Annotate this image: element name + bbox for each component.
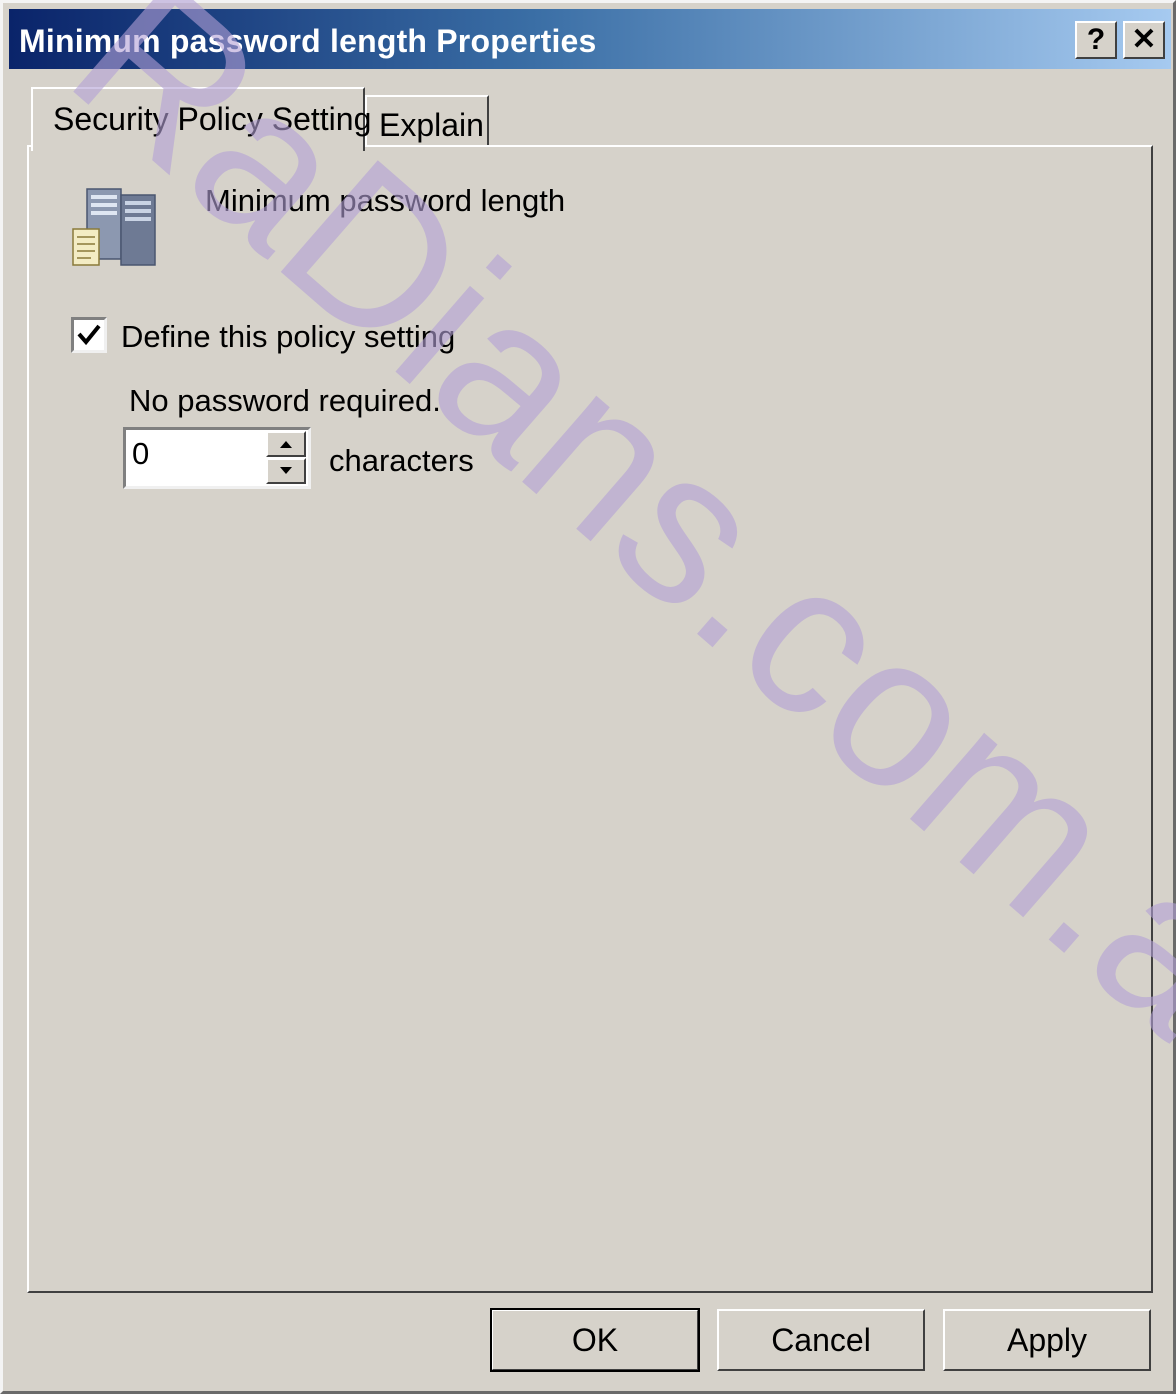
spin-up-button[interactable] bbox=[266, 431, 306, 457]
cancel-button[interactable]: Cancel bbox=[717, 1309, 925, 1371]
characters-label: characters bbox=[329, 443, 474, 478]
spin-down-button[interactable] bbox=[266, 458, 306, 484]
define-policy-checkbox[interactable] bbox=[71, 317, 107, 353]
checkmark-icon bbox=[77, 324, 101, 346]
cancel-label: Cancel bbox=[771, 1321, 871, 1358]
server-policy-icon bbox=[72, 188, 156, 266]
tab-panel bbox=[27, 145, 1153, 1293]
close-button[interactable]: ✕ bbox=[1123, 21, 1165, 59]
policy-name: Minimum password length bbox=[205, 183, 566, 218]
help-button[interactable]: ? bbox=[1075, 21, 1117, 59]
tab-explain[interactable]: Explain bbox=[365, 95, 489, 147]
ok-label: OK bbox=[571, 1321, 619, 1358]
ok-button[interactable]: OK bbox=[490, 1308, 700, 1372]
apply-button[interactable]: Apply bbox=[943, 1309, 1151, 1371]
help-icon: ? bbox=[1086, 23, 1106, 56]
password-length-spinner[interactable]: 0 bbox=[123, 427, 311, 489]
arrow-up-icon bbox=[280, 441, 292, 448]
arrow-down-icon bbox=[280, 467, 292, 474]
close-icon: ✕ bbox=[1131, 23, 1157, 56]
password-length-input[interactable]: 0 bbox=[132, 436, 149, 472]
tab-label: Security Policy Setting bbox=[53, 101, 372, 137]
tab-security-policy-setting[interactable]: Security Policy Setting bbox=[31, 87, 371, 151]
define-policy-label[interactable]: Define this policy setting bbox=[121, 319, 455, 355]
title-bar[interactable]: Minimum password length Properties ? ✕ bbox=[9, 9, 1171, 69]
tab-label: Explain bbox=[379, 107, 484, 143]
window-title: Minimum password length Properties bbox=[19, 23, 597, 59]
apply-label: Apply bbox=[1006, 1321, 1088, 1358]
spinner-buttons bbox=[266, 431, 306, 485]
policy-status-text: No password required. bbox=[129, 383, 441, 418]
properties-dialog: Minimum password length Properties ? ✕ S… bbox=[0, 0, 1176, 1394]
